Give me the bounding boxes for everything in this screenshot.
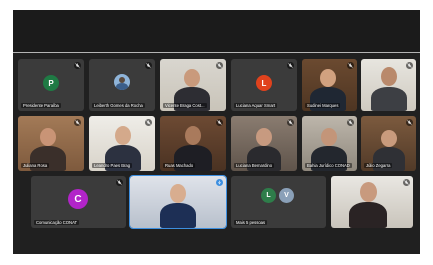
participant-avatar	[114, 74, 130, 90]
muted-mic-icon	[287, 119, 294, 126]
participant-tile[interactable]: Luciana Bemardino	[231, 116, 297, 171]
muted-mic-icon	[216, 119, 223, 126]
participant-video	[349, 180, 387, 228]
participant-tile[interactable]	[331, 176, 413, 228]
participant-tile[interactable]: Júlio Zegarra	[361, 116, 416, 171]
avatar-initial: C	[74, 193, 82, 205]
participant-tile[interactable]: Bahia Jurídico CONAD	[302, 116, 357, 171]
participant-tile[interactable]: Vicente Braga Cost...	[160, 59, 226, 111]
mic-on-icon	[216, 179, 223, 186]
muted-mic-icon	[145, 119, 152, 126]
participant-tile[interactable]: Ruas Machado	[160, 116, 226, 171]
participant-tile[interactable]: P Presidente Paraíba	[18, 59, 84, 111]
participant-name: Leandro Paes Brag	[92, 163, 133, 168]
participant-name: Bahia Jurídico CONAD	[305, 163, 352, 168]
participant-name: Comunicação CONAT	[34, 220, 80, 225]
participant-name: Luciana Bemardino	[234, 163, 275, 168]
participant-avatar: P	[43, 75, 59, 91]
avatar-initial: P	[48, 78, 54, 88]
participant-video	[371, 65, 407, 111]
participant-name: Presidente Paraíba	[21, 103, 61, 108]
participant-avatar: L	[256, 75, 272, 91]
participant-avatar: V	[279, 188, 294, 203]
muted-mic-icon	[74, 119, 81, 126]
muted-mic-icon	[403, 179, 410, 186]
participant-tile[interactable]: C Comunicação CONAT	[31, 176, 126, 228]
muted-mic-icon	[116, 179, 123, 186]
avatar-initial: L	[261, 78, 267, 88]
muted-mic-icon	[145, 62, 152, 69]
participant-tile[interactable]: Leiberth Gomes da Rocha	[89, 59, 155, 111]
participant-avatar: L	[261, 188, 276, 203]
participant-name: Vicente Braga Cost...	[163, 103, 207, 108]
participant-name: Júlio Zegarra	[364, 163, 393, 168]
muted-mic-icon	[347, 62, 354, 69]
participant-tile[interactable]: L Luciana Aquar Smart	[231, 59, 297, 111]
participant-video	[160, 182, 196, 228]
participant-gallery: P Presidente Paraíba Leiberth Gomes da R…	[13, 53, 420, 254]
participant-tile[interactable]	[361, 59, 416, 111]
muted-mic-icon	[347, 119, 354, 126]
meeting-window: P Presidente Paraíba Leiberth Gomes da R…	[13, 10, 420, 254]
participant-tile[interactable]: L V Mais 5 pessoas	[231, 176, 326, 228]
participant-tile[interactable]: Leandro Paes Brag	[89, 116, 155, 171]
participant-name: Sudinei Marques	[305, 103, 341, 108]
participant-tile[interactable]: Sudinei Marques	[302, 59, 357, 111]
avatar-initial: L	[266, 192, 271, 199]
avatar-initial: V	[284, 192, 289, 199]
muted-mic-icon	[74, 62, 81, 69]
muted-mic-icon	[406, 119, 413, 126]
participant-name: Luciana Aquar Smart	[234, 103, 278, 108]
more-participants-label: Mais 5 pessoas	[234, 220, 268, 225]
meeting-top-bar	[13, 10, 420, 52]
muted-mic-icon	[216, 62, 223, 69]
muted-mic-icon	[287, 62, 294, 69]
muted-mic-icon	[406, 62, 413, 69]
participant-name: Ruas Machado	[163, 163, 196, 168]
participant-name: Leiberth Gomes da Rocha	[92, 103, 145, 108]
active-speaker-tile[interactable]	[129, 175, 227, 229]
participant-tile[interactable]: Juliana Rosa	[18, 116, 84, 171]
participant-name: Juliana Rosa	[21, 163, 50, 168]
participant-avatar: C	[68, 189, 88, 209]
